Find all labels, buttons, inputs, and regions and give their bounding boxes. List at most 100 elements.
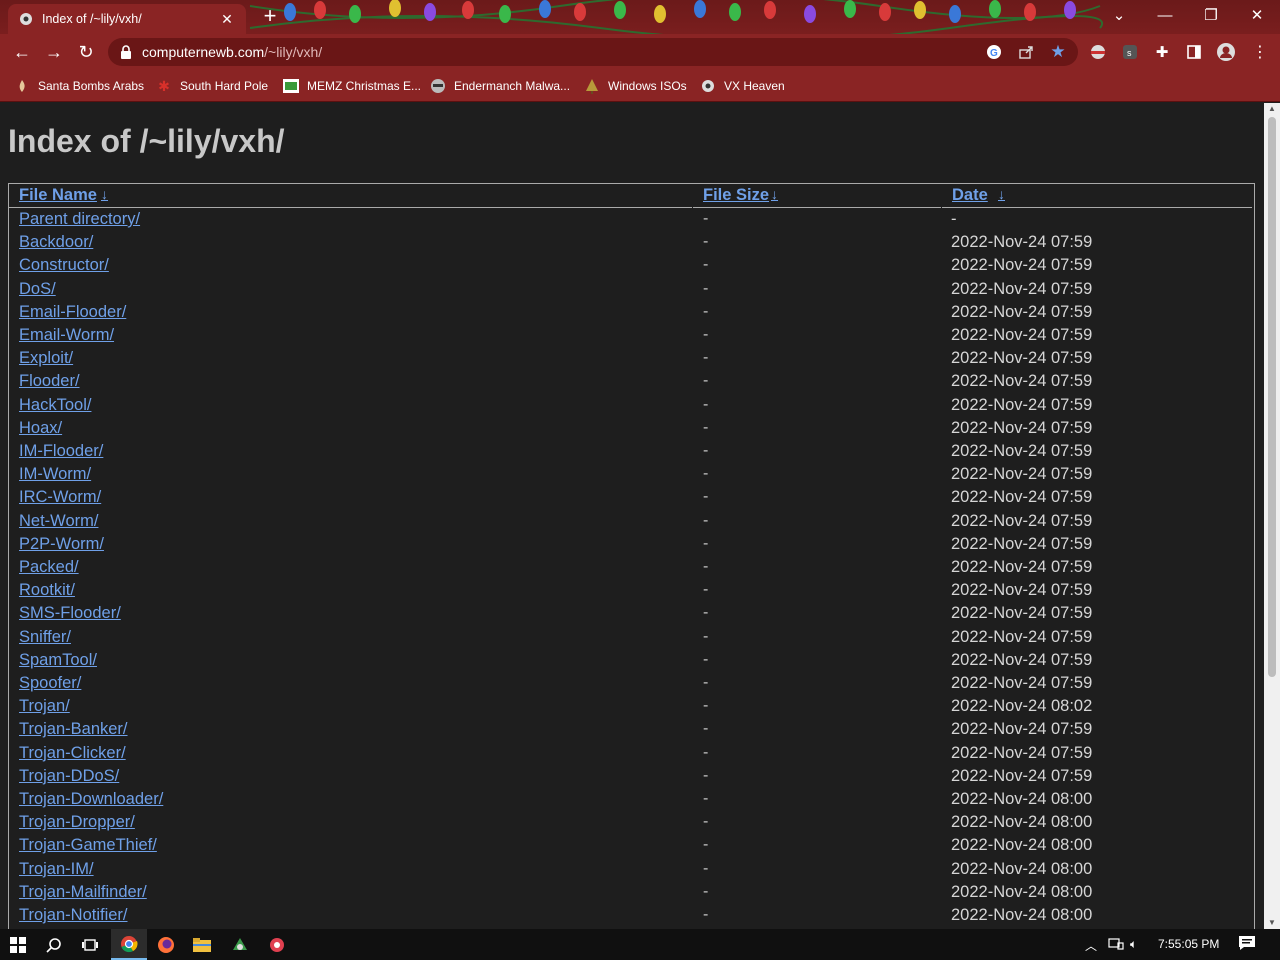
date-cell: 2022-Nov-24 07:59 — [951, 465, 1093, 484]
sort-arrow-icon[interactable]: ↓ — [771, 186, 778, 202]
directory-link[interactable]: IM-Flooder/ — [19, 442, 103, 461]
directory-link[interactable]: Net-Worm/ — [19, 512, 98, 531]
scrollbar-thumb[interactable] — [1268, 117, 1276, 677]
bookmark-item[interactable]: Endermanch Malwa... — [430, 76, 570, 96]
address-bar[interactable]: computernewb.com/~lily/vxh/ — [108, 38, 1078, 66]
directory-link[interactable]: Exploit/ — [19, 349, 73, 368]
bookmark-item[interactable]: VX Heaven — [700, 76, 785, 96]
forward-icon[interactable]: → — [42, 40, 66, 64]
sort-by-date-link[interactable]: Date — [952, 186, 988, 205]
directory-link[interactable]: Spoofer/ — [19, 674, 81, 693]
scroll-down-arrow-icon[interactable]: ▼ — [1264, 917, 1280, 929]
table-row: Trojan-Dropper/ - 2022-Nov-24 08:00 — [9, 812, 1254, 835]
scroll-up-arrow-icon[interactable]: ▲ — [1264, 103, 1280, 115]
directory-link[interactable]: Trojan-IM/ — [19, 860, 94, 879]
directory-link[interactable]: Trojan-Downloader/ — [19, 790, 163, 809]
directory-link[interactable]: Packed/ — [19, 558, 79, 577]
svg-text:G: G — [990, 48, 998, 59]
url-host: computernewb.com — [142, 44, 265, 60]
windows-taskbar: ︿ 🔈︎ 7:55:05 PM — [0, 929, 1280, 960]
search-icon[interactable] — [36, 929, 72, 960]
bookmark-item[interactable]: Windows ISOs — [584, 76, 687, 96]
file-size-cell: - — [703, 581, 709, 599]
extension-icon[interactable] — [1088, 42, 1108, 62]
file-size-cell: - — [703, 279, 709, 297]
extension-icon[interactable]: s — [1120, 42, 1140, 62]
minimize-button[interactable]: — — [1142, 0, 1188, 30]
close-window-button[interactable]: ✕ — [1234, 0, 1280, 30]
tray-overflow-chevron-icon[interactable]: ︿ — [1085, 937, 1097, 954]
date-cell: 2022-Nov-24 07:59 — [951, 766, 1093, 785]
directory-link[interactable]: Trojan-Clicker/ — [19, 744, 126, 763]
red-star-icon: ✱ — [158, 77, 170, 94]
bookmark-item[interactable]: MEMZ Christmas E... — [283, 76, 421, 96]
file-size-cell: - — [703, 534, 709, 552]
bookmark-label: Windows ISOs — [608, 79, 687, 93]
table-row: Trojan-GameThief/ - 2022-Nov-24 08:00 — [9, 835, 1254, 858]
task-view-icon[interactable] — [72, 929, 108, 960]
new-tab-button[interactable]: + — [258, 5, 282, 29]
chrome-icon[interactable] — [111, 929, 147, 960]
file-size-cell: - — [703, 697, 709, 715]
sort-by-name-link[interactable]: File Name — [19, 186, 97, 205]
directory-link[interactable]: SMS-Flooder/ — [19, 604, 121, 623]
extensions-puzzle-icon[interactable]: ✚ — [1152, 42, 1172, 62]
bookmark-item[interactable]: Santa Bombs Arabs — [14, 76, 144, 96]
directory-link[interactable]: Trojan-Mailfinder/ — [19, 883, 147, 902]
date-cell: 2022-Nov-24 08:00 — [951, 906, 1093, 924]
directory-link[interactable]: SpamTool/ — [19, 651, 97, 670]
google-lens-icon[interactable]: G — [984, 42, 1004, 62]
directory-link[interactable]: Sniffer/ — [19, 628, 71, 647]
share-icon[interactable] — [1016, 42, 1036, 62]
directory-link[interactable]: Trojan-Banker/ — [19, 720, 128, 739]
directory-link[interactable]: Flooder/ — [19, 372, 80, 391]
directory-link[interactable]: IRC-Worm/ — [19, 488, 101, 507]
network-icon[interactable] — [1108, 937, 1124, 954]
directory-link[interactable]: Constructor/ — [19, 256, 109, 275]
notifications-icon[interactable] — [1238, 935, 1256, 954]
menu-kebab-icon[interactable]: ⋮ — [1250, 42, 1270, 62]
directory-link[interactable]: Hoax/ — [19, 419, 62, 438]
bookmark-item[interactable]: ✱ South Hard Pole — [156, 76, 268, 96]
reload-icon[interactable]: ↻ — [74, 40, 98, 64]
directory-link[interactable]: Trojan-Dropper/ — [19, 813, 135, 832]
sort-arrow-icon[interactable]: ↓ — [998, 186, 1005, 202]
file-size-cell: - — [703, 442, 709, 459]
sort-by-size-link[interactable]: File Size — [703, 186, 769, 205]
table-row: Trojan/ - 2022-Nov-24 08:02 — [9, 696, 1254, 719]
directory-link[interactable]: Trojan-DDoS/ — [19, 767, 119, 786]
directory-link[interactable]: Backdoor/ — [19, 233, 93, 252]
app-icon[interactable] — [259, 929, 295, 960]
page-scrollbar[interactable]: ▲ ▼ — [1264, 103, 1280, 929]
directory-link[interactable]: Parent directory/ — [19, 210, 140, 229]
directory-link[interactable]: Email-Flooder/ — [19, 303, 126, 322]
close-tab-icon[interactable]: ✕ — [218, 11, 236, 28]
side-panel-icon[interactable] — [1184, 42, 1204, 62]
table-row: Hoax/ - 2022-Nov-24 07:59 — [9, 418, 1254, 441]
bookmark-star-icon[interactable]: ★ — [1048, 42, 1068, 62]
volume-icon[interactable]: 🔈︎ — [1130, 937, 1137, 952]
tab-active[interactable]: Index of /~lily/vxh/ ✕ — [8, 4, 246, 34]
directory-link[interactable]: P2P-Worm/ — [19, 535, 104, 554]
directory-link[interactable]: DoS/ — [19, 280, 56, 299]
profile-avatar-icon[interactable] — [1216, 42, 1236, 62]
directory-link[interactable]: HackTool/ — [19, 396, 91, 415]
firefox-icon[interactable] — [148, 929, 184, 960]
directory-link[interactable]: Trojan/ — [19, 697, 70, 716]
taskbar-clock[interactable]: 7:55:05 PM — [1158, 937, 1219, 951]
directory-link[interactable]: Email-Worm/ — [19, 326, 114, 345]
tab-search-icon[interactable]: ⌄ — [1096, 0, 1142, 30]
restore-button[interactable]: ❐ — [1188, 0, 1234, 30]
column-header-size: File Size ↓ — [693, 184, 941, 208]
sort-arrow-icon[interactable]: ↓ — [101, 186, 108, 202]
directory-link[interactable]: Rootkit/ — [19, 581, 75, 600]
directory-link[interactable]: Trojan-GameThief/ — [19, 836, 157, 855]
app-icon[interactable] — [222, 929, 258, 960]
back-icon[interactable]: ← — [10, 40, 34, 64]
directory-link[interactable]: Trojan-Notifier/ — [19, 906, 128, 925]
file-explorer-icon[interactable] — [184, 929, 220, 960]
windows-start-icon[interactable] — [0, 929, 36, 960]
column-header-date: Date ↓ — [942, 184, 1252, 208]
file-size-cell: - — [703, 720, 709, 738]
directory-link[interactable]: IM-Worm/ — [19, 465, 91, 484]
